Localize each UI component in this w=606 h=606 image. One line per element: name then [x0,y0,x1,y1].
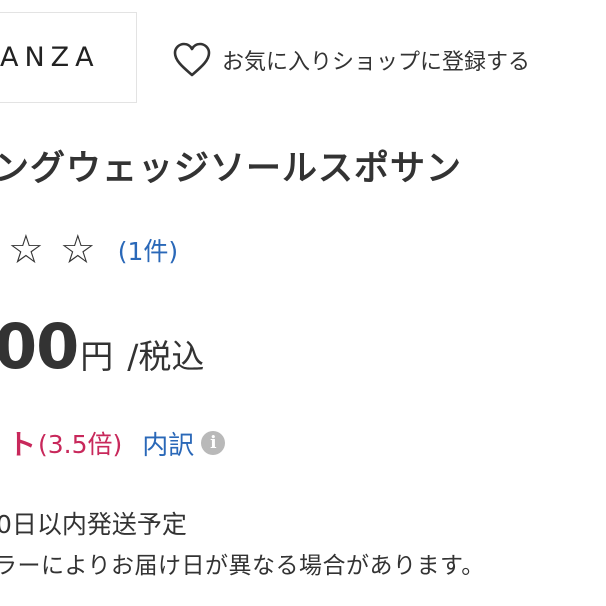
shipping-estimate: 0日以内発送予定 [0,510,187,539]
star-empty-icon: ☆ [59,227,96,273]
favorite-shop-button[interactable]: お気に入りショップに登録する [172,40,530,80]
price-currency: 円 [80,337,114,376]
points-label: ト [8,428,37,461]
price-tax-label: /税込 [127,337,205,376]
shipping-note: ラーによりお届け日が異なる場合があります。 [0,553,485,579]
product-title: ングウェッジソールスポサン [0,149,463,189]
heart-outline-icon [172,41,212,79]
rating-row: ☆ ☆ (1件) [8,230,178,270]
points-breakdown-link[interactable]: 内訳 [142,425,194,462]
price-value: 00 [0,310,79,383]
points-rate: (3.5倍) [38,430,123,459]
star-empty-icon: ☆ [8,227,44,273]
review-count-link[interactable]: (1件) [118,232,178,268]
favorite-shop-label: お気に入りショップに登録する [222,50,531,75]
brand-logo-text: ANZA [0,42,100,73]
points-row: ト (3.5倍) 内訳 i [8,423,226,463]
price-row: 00 円 /税込 [0,310,204,383]
info-icon[interactable]: i [201,431,226,455]
